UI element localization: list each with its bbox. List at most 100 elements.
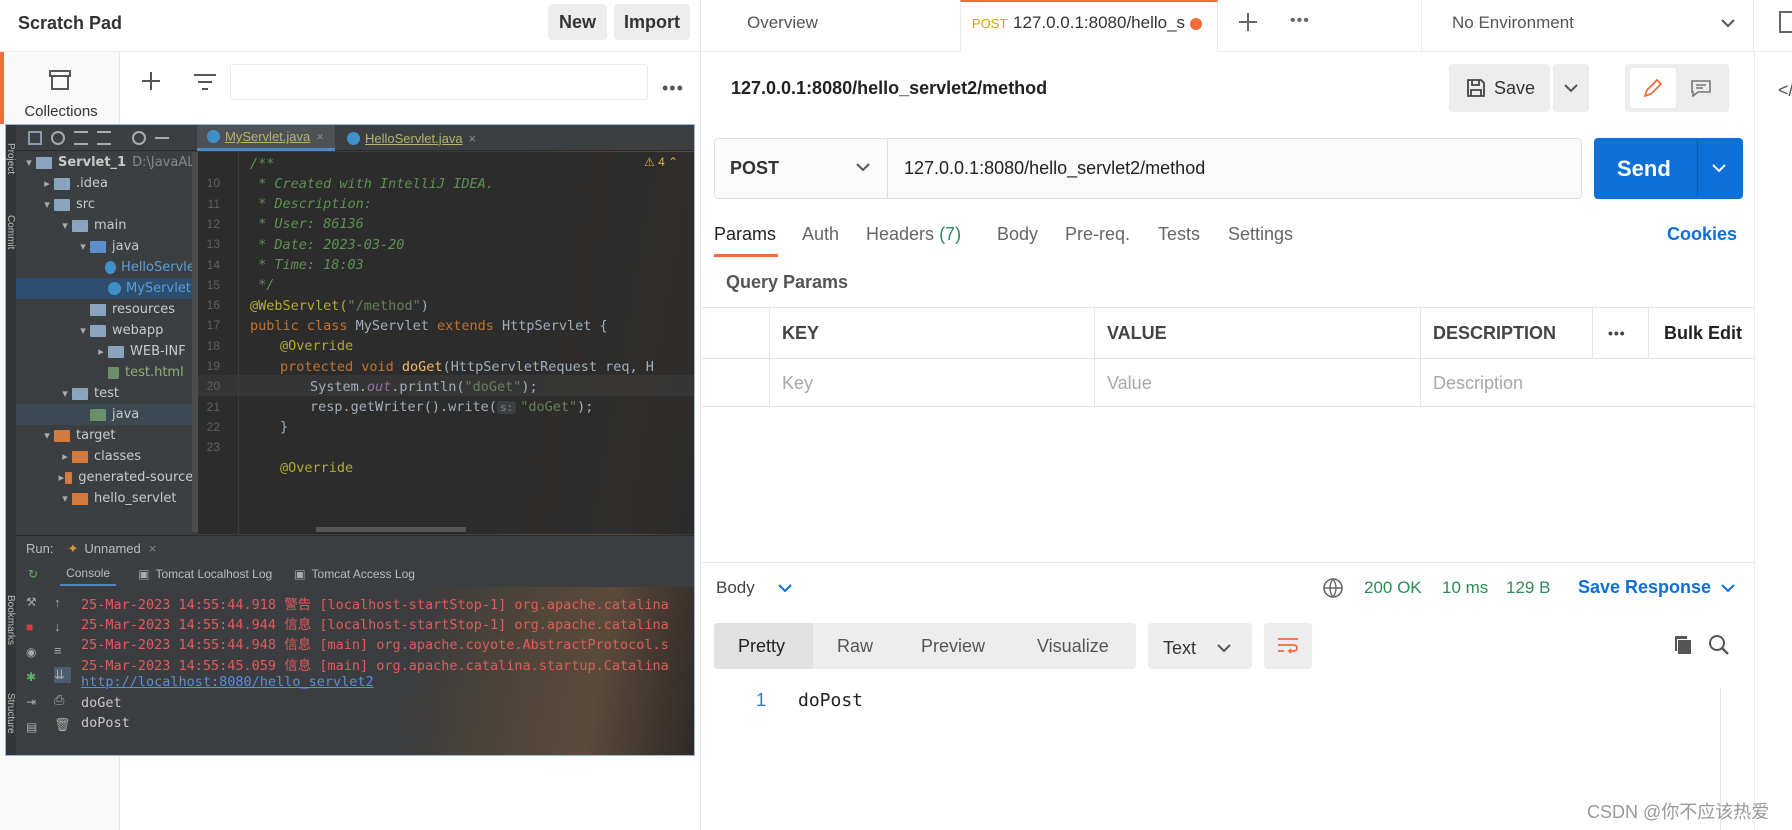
tab-tests[interactable]: Tests xyxy=(1158,224,1200,245)
tree-item[interactable]: ▾ java xyxy=(16,236,200,257)
trash-icon[interactable]: 🗑 xyxy=(54,717,71,733)
chevron-down-icon[interactable] xyxy=(777,582,793,594)
filter-icon[interactable] xyxy=(193,72,217,92)
scroll-end-icon[interactable]: ⇊ xyxy=(54,667,71,683)
view-preview[interactable]: Preview xyxy=(921,636,985,657)
tree-item[interactable]: test.html xyxy=(16,362,200,383)
warning-indicator[interactable]: ⚠ 4 ⌃ xyxy=(644,155,678,169)
editor-scrollbar[interactable] xyxy=(316,527,466,532)
more-options-icon[interactable]: ••• xyxy=(662,78,684,99)
close-icon[interactable]: × xyxy=(149,541,157,556)
tree-item[interactable]: ▸ .idea xyxy=(16,173,200,194)
chevron-down-icon[interactable] xyxy=(1720,16,1736,30)
locate-icon[interactable] xyxy=(51,131,65,145)
tree-item[interactable]: ▸ classes xyxy=(16,446,200,467)
copy-icon[interactable] xyxy=(1672,634,1694,656)
expand-arrow-icon[interactable]: ▾ xyxy=(58,492,72,505)
expand-arrow-icon[interactable]: ▸ xyxy=(58,471,65,484)
editor-tab-myservlet[interactable]: MyServlet.java × xyxy=(197,125,335,151)
tab-auth[interactable]: Auth xyxy=(802,224,839,245)
print-icon[interactable]: ⎙ xyxy=(54,692,71,708)
rerun-icon[interactable]: ↻ xyxy=(28,567,38,581)
tree-item[interactable]: HelloServlet xyxy=(16,257,200,278)
add-icon[interactable] xyxy=(140,70,162,92)
code-snippet-icon[interactable]: </ xyxy=(1778,80,1792,101)
console-output[interactable]: 25-Mar-2023 14:55:44.918 警告 [localhost-s… xyxy=(76,587,694,755)
tree-item[interactable]: ▾ main xyxy=(16,215,200,236)
collections-icon[interactable] xyxy=(47,68,73,92)
url-input[interactable]: 127.0.0.1:8080/hello_servlet2/method xyxy=(904,158,1205,179)
collapse-icon[interactable] xyxy=(97,131,111,145)
tree-item[interactable]: ▸ generated-sources xyxy=(16,467,200,488)
expand-arrow-icon[interactable]: ▾ xyxy=(76,240,90,253)
wrench-icon[interactable]: ⚒ xyxy=(26,595,37,609)
structure-side-label[interactable]: Structure xyxy=(6,693,16,734)
expand-arrow-icon[interactable]: ▸ xyxy=(58,450,72,463)
description-input[interactable]: Description xyxy=(1433,359,1523,407)
chevron-down-icon[interactable] xyxy=(855,161,871,173)
arrow-down-icon[interactable]: ↓ xyxy=(54,619,71,634)
response-body-select[interactable]: Body xyxy=(716,578,755,598)
expand-arrow-icon[interactable]: ▸ xyxy=(94,345,108,358)
status-code[interactable]: 200 OK xyxy=(1364,578,1422,598)
tree-item[interactable]: ▾ target xyxy=(16,425,200,446)
expand-icon[interactable] xyxy=(74,131,88,145)
project-icon[interactable] xyxy=(28,131,42,145)
arrow-up-icon[interactable]: ↑ xyxy=(54,595,71,610)
close-icon[interactable]: × xyxy=(316,129,324,144)
tree-item[interactable]: ▾ src xyxy=(16,194,200,215)
tab-pre-request[interactable]: Pre-req. xyxy=(1065,224,1130,245)
tree-item[interactable]: java xyxy=(16,404,200,425)
access-log-tab[interactable]: Tomcat Access Log xyxy=(312,567,415,581)
camera-icon[interactable]: ◉ xyxy=(26,645,37,659)
table-more-icon[interactable]: ••• xyxy=(1608,308,1626,358)
view-pretty[interactable]: Pretty xyxy=(738,636,785,657)
soft-wrap-icon[interactable]: ≡ xyxy=(54,643,71,658)
tree-item[interactable]: resources xyxy=(16,299,200,320)
request-title[interactable]: 127.0.0.1:8080/hello_servlet2/method xyxy=(731,78,1047,99)
code-line[interactable]: resp.getWriter().write(s: "doGet"); xyxy=(310,396,593,419)
globe-icon[interactable] xyxy=(1322,577,1344,599)
tree-item[interactable]: ▾ Servlet_1 D:\JavaAL\ xyxy=(16,152,200,173)
debug-icon[interactable]: ✱ xyxy=(26,670,37,684)
code-editor[interactable]: /** 10 * Created with IntelliJ IDEA. 11 * … xyxy=(198,152,694,534)
expand-arrow-icon[interactable]: ▾ xyxy=(40,198,54,211)
settings-gear-icon[interactable] xyxy=(132,131,146,145)
key-input[interactable]: Key xyxy=(782,359,813,407)
console-link[interactable]: http://localhost:8080/hello_servlet2 xyxy=(81,674,374,690)
response-body-text[interactable]: doPost xyxy=(798,690,863,711)
new-tab-icon[interactable] xyxy=(1237,11,1259,33)
tree-item[interactable]: MyServlet xyxy=(16,278,200,299)
tree-item[interactable]: ▾ test xyxy=(16,383,200,404)
view-visualize[interactable]: Visualize xyxy=(1037,636,1109,657)
environment-quicklook-icon[interactable] xyxy=(1779,11,1792,33)
expand-arrow-icon[interactable]: ▾ xyxy=(58,219,72,232)
new-button[interactable]: New xyxy=(548,4,607,40)
expand-arrow-icon[interactable]: ▾ xyxy=(22,156,36,169)
response-size[interactable]: 129 B xyxy=(1506,578,1550,598)
layout-icon[interactable]: ▤ xyxy=(26,720,37,734)
bulk-edit-button[interactable]: Bulk Edit xyxy=(1664,308,1742,358)
expand-arrow-icon[interactable]: ▾ xyxy=(58,387,72,400)
minimize-icon[interactable] xyxy=(155,137,169,139)
commit-side-label[interactable]: Commit xyxy=(6,215,16,249)
value-input[interactable]: Value xyxy=(1107,359,1152,407)
view-raw[interactable]: Raw xyxy=(837,636,873,657)
close-icon[interactable]: × xyxy=(469,131,477,146)
comment-icon[interactable] xyxy=(1690,79,1712,97)
console-tab[interactable]: Console xyxy=(60,562,117,586)
run-config-tab[interactable]: Unnamed xyxy=(84,541,140,556)
expand-arrow-icon[interactable]: ▸ xyxy=(40,177,54,190)
tree-item[interactable]: ▸ WEB-INF xyxy=(16,341,200,362)
project-side-label[interactable]: Project xyxy=(6,143,16,174)
tab-more-icon[interactable]: ••• xyxy=(1290,12,1310,30)
editor-tab-helloservlet[interactable]: HelloServlet.java × xyxy=(341,125,486,151)
tab-headers[interactable]: Headers (7) xyxy=(866,224,961,245)
code-line[interactable]: @Override xyxy=(280,457,353,480)
tab-settings[interactable]: Settings xyxy=(1228,224,1293,245)
expand-arrow-icon[interactable]: ▾ xyxy=(40,429,54,442)
localhost-log-tab[interactable]: Tomcat Localhost Log xyxy=(155,567,272,581)
cookies-link[interactable]: Cookies xyxy=(1667,224,1737,245)
search-icon[interactable] xyxy=(1708,634,1730,656)
stop-icon[interactable]: ■ xyxy=(26,620,37,634)
